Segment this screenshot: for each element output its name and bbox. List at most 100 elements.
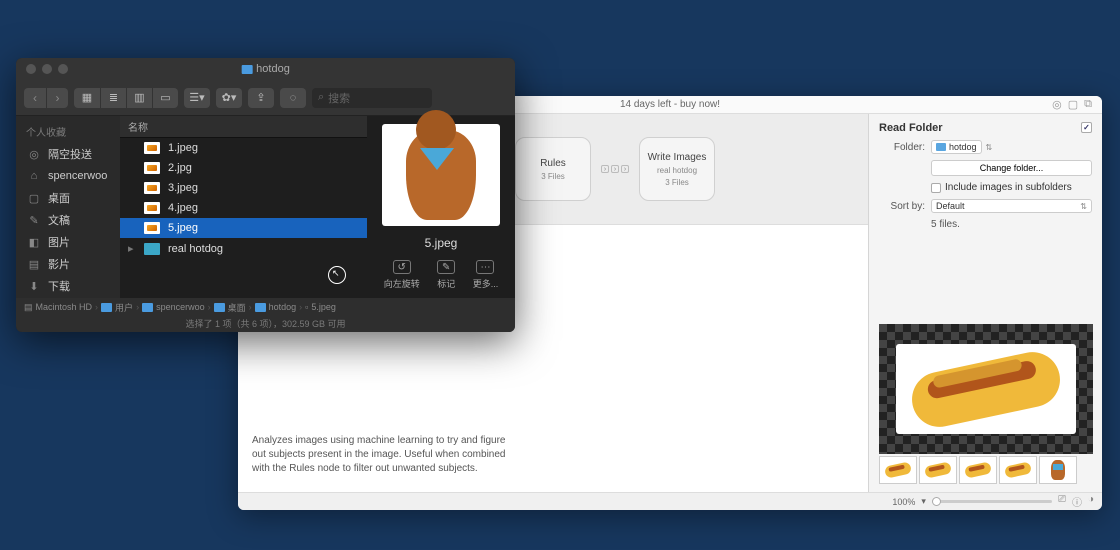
view-icons-button[interactable]: ▦ — [74, 88, 100, 108]
search-icon: ⌕ — [318, 91, 324, 104]
home-icon: ⌂ — [26, 168, 42, 184]
node-description: Analyzes images using machine learning t… — [252, 434, 512, 484]
thumbnail[interactable] — [1039, 456, 1077, 484]
hotdog-image — [907, 347, 1065, 432]
finder-window: hotdog ‹ › ▦ ≣ ▥ ▭ ☰▾ ✿▾ ⇪ ◌ ⌕ 搜索 个人收藏 ◎… — [16, 58, 515, 332]
sort-value: Default — [936, 201, 965, 211]
view-columns-button[interactable]: ▥ — [126, 88, 152, 108]
folder-icon — [936, 143, 946, 151]
layout-icon[interactable]: ⧉ — [1084, 98, 1092, 111]
window-action-icons: ◎ ▢ ⧉ — [1052, 98, 1092, 111]
sidebar-item-airdrop[interactable]: ◎隔空投送 — [16, 143, 120, 165]
folder-name: hotdog — [949, 142, 977, 152]
drive-icon: ▤ — [24, 302, 33, 313]
zoom-slider[interactable] — [932, 500, 1052, 503]
square-icon[interactable]: ▢ — [1068, 98, 1078, 111]
folder-icon — [255, 303, 266, 312]
zoom-out-icon[interactable]: ▾ — [921, 496, 926, 507]
sidebar-item-downloads[interactable]: ⬇下载 — [16, 275, 120, 297]
thumbnail[interactable] — [959, 456, 997, 484]
airdrop-icon: ◎ — [26, 146, 42, 162]
file-row[interactable]: 2.jpg — [120, 158, 367, 178]
include-subfolders-label: Include images in subfolders — [945, 182, 1072, 193]
info-icon[interactable]: ⓘ — [1072, 494, 1082, 509]
image-preview-large — [879, 324, 1093, 454]
markup-button[interactable]: ✎标记 — [437, 260, 455, 290]
finder-titlebar[interactable]: hotdog — [16, 58, 515, 80]
markup-icon: ✎ — [437, 260, 455, 274]
folder-icon — [241, 65, 252, 74]
path-bar[interactable]: ▤Macintosh HD› 用户› spencerwoo› 桌面› hotdo… — [16, 298, 515, 316]
back-button[interactable]: ‹ — [24, 88, 46, 108]
sidebar-item-pictures[interactable]: ◧图片 — [16, 231, 120, 253]
sidebar-item-desktop[interactable]: ▢桌面 — [16, 187, 120, 209]
inspector-title: Read Folder — [879, 122, 943, 134]
node-sub: 3 Files — [665, 178, 689, 187]
sidebar-item-movies[interactable]: ▤影片 — [16, 253, 120, 275]
more-icon: ⋯ — [476, 260, 494, 274]
inspector-toggle-checkbox[interactable]: ✓ — [1081, 122, 1092, 133]
node-write-images[interactable]: Write Images real hotdog 3 Files — [639, 137, 715, 201]
file-row[interactable]: 1.jpeg — [120, 138, 367, 158]
zoom-icon[interactable] — [58, 64, 68, 74]
preview-pane: 5.jpeg ↺向左旋转 ✎标记 ⋯更多... — [367, 116, 515, 298]
disclosure-triangle-icon[interactable]: ▸ — [128, 242, 136, 255]
folder-row[interactable]: ▸real hotdog — [120, 238, 367, 259]
view-gallery-button[interactable]: ▭ — [152, 88, 178, 108]
help-icon[interactable]: ◑ — [1088, 494, 1094, 509]
thumbnail[interactable] — [919, 456, 957, 484]
dropdown-arrows-icon[interactable]: ⇅ — [986, 143, 993, 152]
desktop-icon: ▢ — [26, 190, 42, 206]
folder-icon — [144, 243, 160, 255]
action-button[interactable]: ✿▾ — [216, 88, 242, 108]
file-row[interactable]: 4.jpeg — [120, 198, 367, 218]
connector-icon: ››› — [601, 165, 629, 173]
folder-icon — [214, 303, 225, 312]
folder-icon — [101, 303, 112, 312]
documents-icon: ✎ — [26, 212, 42, 228]
sort-by-select[interactable]: Default ⇅ — [931, 199, 1092, 213]
image-file-icon — [144, 182, 160, 194]
change-folder-button[interactable]: Change folder... — [931, 160, 1092, 176]
speech-icon[interactable]: ◎ — [1052, 98, 1062, 111]
search-placeholder: 搜索 — [328, 90, 350, 106]
thumbnail[interactable] — [879, 456, 917, 484]
status-bar: 选择了 1 项（共 6 项），302.59 GB 可用 — [16, 316, 515, 332]
file-row-selected[interactable]: 5.jpeg — [120, 218, 367, 238]
tags-button[interactable]: ◌ — [280, 88, 306, 108]
zoom-bar: 100% ▾ ⎚ ⓘ ◑ — [238, 492, 1102, 510]
view-list-button[interactable]: ≣ — [100, 88, 126, 108]
dropdown-arrows-icon: ⇅ — [1080, 202, 1087, 211]
image-file-icon — [144, 202, 160, 214]
file-row[interactable]: 3.jpeg — [120, 178, 367, 198]
rotate-left-icon: ↺ — [393, 260, 411, 274]
arrange-button[interactable]: ☰▾ — [184, 88, 210, 108]
include-subfolders-checkbox[interactable] — [931, 183, 941, 193]
folder-chip[interactable]: hotdog — [931, 140, 982, 154]
preview-image — [382, 124, 500, 226]
folder-icon — [142, 303, 153, 312]
minimize-icon[interactable] — [42, 64, 52, 74]
trial-notice[interactable]: 14 days left - buy now! — [620, 99, 720, 110]
sidebar-item-home[interactable]: ⌂spencerwoo — [16, 165, 120, 187]
column-header-name[interactable]: 名称 — [120, 116, 367, 138]
person-icon[interactable]: ⎚ — [1058, 494, 1066, 509]
cursor-icon — [328, 266, 346, 284]
share-button[interactable]: ⇪ — [248, 88, 274, 108]
node-title: Rules — [540, 158, 566, 169]
node-rules[interactable]: Rules 3 Files — [515, 137, 591, 201]
rotate-left-button[interactable]: ↺向左旋转 — [384, 260, 420, 290]
search-input[interactable]: ⌕ 搜索 — [312, 88, 432, 108]
forward-button[interactable]: › — [46, 88, 68, 108]
node-sub: 3 Files — [541, 172, 565, 181]
sidebar-header: 个人收藏 — [16, 122, 120, 143]
pictures-icon: ◧ — [26, 234, 42, 250]
close-icon[interactable] — [26, 64, 36, 74]
folder-label: Folder: — [879, 142, 925, 153]
thumbnail[interactable] — [999, 456, 1037, 484]
more-button[interactable]: ⋯更多... — [473, 260, 499, 290]
downloads-icon: ⬇ — [26, 278, 42, 294]
sidebar-item-documents[interactable]: ✎文稿 — [16, 209, 120, 231]
sort-label: Sort by: — [879, 201, 925, 212]
node-title: Write Images — [648, 152, 707, 163]
